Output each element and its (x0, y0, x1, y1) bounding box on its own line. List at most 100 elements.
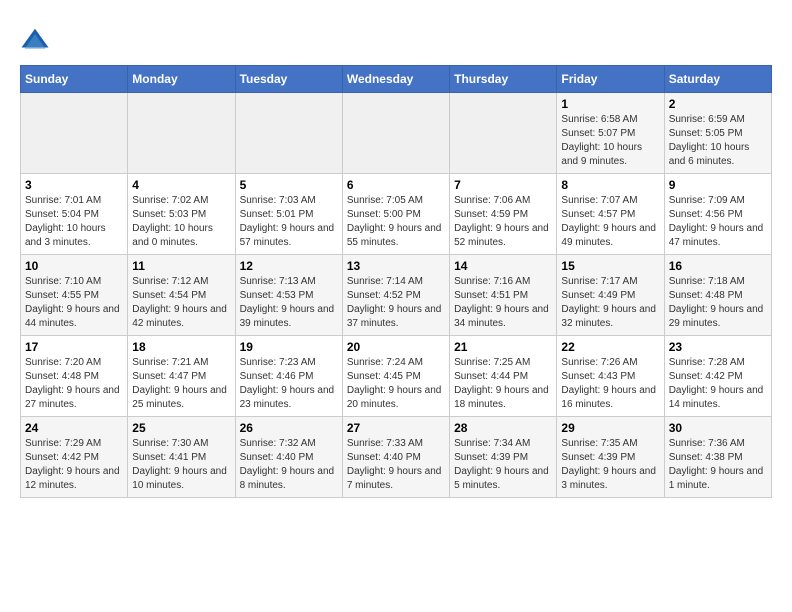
calendar-cell: 4 Sunrise: 7:02 AM Sunset: 5:03 PM Daylig… (128, 174, 235, 255)
day-info: Sunrise: 7:09 AM Sunset: 4:56 PM Dayligh… (669, 194, 767, 250)
day-info: Sunrise: 7:13 AM Sunset: 4:53 PM Dayligh… (240, 275, 338, 331)
day-info: Sunrise: 6:59 AM Sunset: 5:05 PM Dayligh… (669, 113, 767, 169)
day-number: 1 (561, 97, 659, 111)
day-number: 16 (669, 259, 767, 273)
day-header-saturday: Saturday (664, 66, 771, 93)
day-info: Sunrise: 7:33 AM Sunset: 4:40 PM Dayligh… (347, 437, 445, 493)
calendar-cell (21, 93, 128, 174)
day-number: 22 (561, 340, 659, 354)
day-number: 28 (454, 421, 552, 435)
day-info: Sunrise: 7:07 AM Sunset: 4:57 PM Dayligh… (561, 194, 659, 250)
day-number: 20 (347, 340, 445, 354)
day-number: 13 (347, 259, 445, 273)
calendar-cell: 17 Sunrise: 7:20 AM Sunset: 4:48 PM Dayli… (21, 336, 128, 417)
day-header-tuesday: Tuesday (235, 66, 342, 93)
day-info: Sunrise: 7:25 AM Sunset: 4:44 PM Dayligh… (454, 356, 552, 412)
day-info: Sunrise: 7:14 AM Sunset: 4:52 PM Dayligh… (347, 275, 445, 331)
calendar-cell: 18 Sunrise: 7:21 AM Sunset: 4:47 PM Dayli… (128, 336, 235, 417)
day-number: 4 (132, 178, 230, 192)
calendar-cell: 16 Sunrise: 7:18 AM Sunset: 4:48 PM Dayli… (664, 255, 771, 336)
day-number: 18 (132, 340, 230, 354)
logo (20, 25, 54, 55)
day-info: Sunrise: 7:29 AM Sunset: 4:42 PM Dayligh… (25, 437, 123, 493)
calendar-cell (342, 93, 449, 174)
calendar-cell: 11Sunrise: 7:12 AM Sunset: 4:54 PM Dayli… (128, 255, 235, 336)
day-number: 10 (25, 259, 123, 273)
calendar-table: SundayMondayTuesdayWednesdayThursdayFrid… (20, 65, 772, 498)
day-number: 8 (561, 178, 659, 192)
day-number: 15 (561, 259, 659, 273)
day-number: 17 (25, 340, 123, 354)
calendar-cell: 9Sunrise: 7:09 AM Sunset: 4:56 PM Daylig… (664, 174, 771, 255)
day-info: Sunrise: 7:16 AM Sunset: 4:51 PM Dayligh… (454, 275, 552, 331)
day-info: Sunrise: 7:17 AM Sunset: 4:49 PM Dayligh… (561, 275, 659, 331)
day-info: Sunrise: 7:36 AM Sunset: 4:38 PM Dayligh… (669, 437, 767, 493)
calendar-cell: 30 Sunrise: 7:36 AM Sunset: 4:38 PM Dayli… (664, 417, 771, 498)
day-info: Sunrise: 7:02 AM Sunset: 5:03 PM Dayligh… (132, 194, 230, 250)
day-header-monday: Monday (128, 66, 235, 93)
calendar-cell: 14 Sunrise: 7:16 AM Sunset: 4:51 PM Dayli… (450, 255, 557, 336)
day-info: Sunrise: 6:58 AM Sunset: 5:07 PM Dayligh… (561, 113, 659, 169)
day-info: Sunrise: 7:32 AM Sunset: 4:40 PM Dayligh… (240, 437, 338, 493)
calendar-cell: 15 Sunrise: 7:17 AM Sunset: 4:49 PM Dayli… (557, 255, 664, 336)
day-number: 19 (240, 340, 338, 354)
calendar-cell: 12 Sunrise: 7:13 AM Sunset: 4:53 PM Dayli… (235, 255, 342, 336)
day-header-friday: Friday (557, 66, 664, 93)
calendar-cell: 3 Sunrise: 7:01 AM Sunset: 5:04 PM Daylig… (21, 174, 128, 255)
calendar-cell: 24 Sunrise: 7:29 AM Sunset: 4:42 PM Dayli… (21, 417, 128, 498)
calendar-week-row: 24 Sunrise: 7:29 AM Sunset: 4:42 PM Dayli… (21, 417, 772, 498)
day-number: 6 (347, 178, 445, 192)
calendar-cell: 29 Sunrise: 7:35 AM Sunset: 4:39 PM Dayli… (557, 417, 664, 498)
day-number: 14 (454, 259, 552, 273)
day-info: Sunrise: 7:28 AM Sunset: 4:42 PM Dayligh… (669, 356, 767, 412)
header (20, 20, 772, 55)
day-number: 12 (240, 259, 338, 273)
day-header-wednesday: Wednesday (342, 66, 449, 93)
calendar-week-row: 3 Sunrise: 7:01 AM Sunset: 5:04 PM Daylig… (21, 174, 772, 255)
day-info: Sunrise: 7:05 AM Sunset: 5:00 PM Dayligh… (347, 194, 445, 250)
calendar-cell: 25Sunrise: 7:30 AM Sunset: 4:41 PM Dayli… (128, 417, 235, 498)
day-info: Sunrise: 7:03 AM Sunset: 5:01 PM Dayligh… (240, 194, 338, 250)
day-header-thursday: Thursday (450, 66, 557, 93)
day-info: Sunrise: 7:06 AM Sunset: 4:59 PM Dayligh… (454, 194, 552, 250)
calendar-cell: 1 Sunrise: 6:58 AM Sunset: 5:07 PM Daylig… (557, 93, 664, 174)
day-number: 21 (454, 340, 552, 354)
day-number: 29 (561, 421, 659, 435)
calendar-cell: 10 Sunrise: 7:10 AM Sunset: 4:55 PM Dayli… (21, 255, 128, 336)
calendar-cell: 5 Sunrise: 7:03 AM Sunset: 5:01 PM Daylig… (235, 174, 342, 255)
day-info: Sunrise: 7:20 AM Sunset: 4:48 PM Dayligh… (25, 356, 123, 412)
calendar-cell (128, 93, 235, 174)
day-info: Sunrise: 7:01 AM Sunset: 5:04 PM Dayligh… (25, 194, 123, 250)
logo-icon (20, 25, 50, 55)
day-number: 25 (132, 421, 230, 435)
day-info: Sunrise: 7:26 AM Sunset: 4:43 PM Dayligh… (561, 356, 659, 412)
calendar-cell: 19 Sunrise: 7:23 AM Sunset: 4:46 PM Dayli… (235, 336, 342, 417)
day-info: Sunrise: 7:34 AM Sunset: 4:39 PM Dayligh… (454, 437, 552, 493)
calendar-cell: 13 Sunrise: 7:14 AM Sunset: 4:52 PM Dayli… (342, 255, 449, 336)
day-number: 23 (669, 340, 767, 354)
day-number: 30 (669, 421, 767, 435)
calendar-cell (235, 93, 342, 174)
calendar-cell: 27Sunrise: 7:33 AM Sunset: 4:40 PM Dayli… (342, 417, 449, 498)
day-info: Sunrise: 7:21 AM Sunset: 4:47 PM Dayligh… (132, 356, 230, 412)
calendar-week-row: 10 Sunrise: 7:10 AM Sunset: 4:55 PM Dayli… (21, 255, 772, 336)
calendar-cell: 26 Sunrise: 7:32 AM Sunset: 4:40 PM Dayli… (235, 417, 342, 498)
day-number: 3 (25, 178, 123, 192)
day-info: Sunrise: 7:18 AM Sunset: 4:48 PM Dayligh… (669, 275, 767, 331)
day-info: Sunrise: 7:23 AM Sunset: 4:46 PM Dayligh… (240, 356, 338, 412)
calendar-cell: 20Sunrise: 7:24 AM Sunset: 4:45 PM Dayli… (342, 336, 449, 417)
day-number: 2 (669, 97, 767, 111)
day-number: 5 (240, 178, 338, 192)
calendar-cell: 6 Sunrise: 7:05 AM Sunset: 5:00 PM Daylig… (342, 174, 449, 255)
day-number: 26 (240, 421, 338, 435)
day-info: Sunrise: 7:35 AM Sunset: 4:39 PM Dayligh… (561, 437, 659, 493)
day-number: 7 (454, 178, 552, 192)
day-info: Sunrise: 7:10 AM Sunset: 4:55 PM Dayligh… (25, 275, 123, 331)
calendar-cell: 22 Sunrise: 7:26 AM Sunset: 4:43 PM Dayli… (557, 336, 664, 417)
calendar-cell (450, 93, 557, 174)
calendar-week-row: 1 Sunrise: 6:58 AM Sunset: 5:07 PM Daylig… (21, 93, 772, 174)
calendar-cell: 7 Sunrise: 7:06 AM Sunset: 4:59 PM Daylig… (450, 174, 557, 255)
day-number: 11 (132, 259, 230, 273)
day-number: 24 (25, 421, 123, 435)
calendar-cell: 21 Sunrise: 7:25 AM Sunset: 4:44 PM Dayli… (450, 336, 557, 417)
